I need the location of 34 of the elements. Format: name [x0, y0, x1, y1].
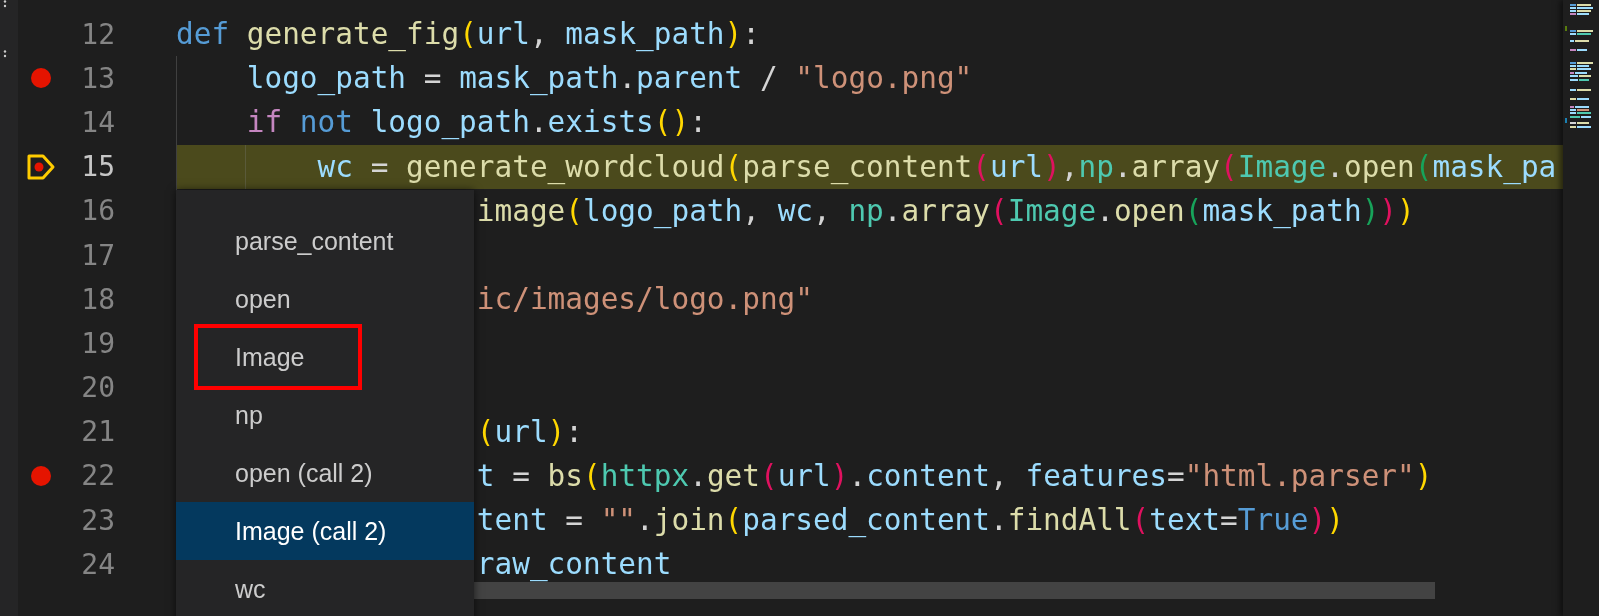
- line-number: 19: [80, 326, 115, 360]
- code-line: raw_content: [476, 547, 672, 582]
- line-number: 24: [80, 547, 115, 581]
- dots-icon: [2, 50, 8, 58]
- breakpoint-icon[interactable]: [30, 67, 52, 90]
- menu-item[interactable]: parse_content: [176, 212, 474, 270]
- code-line: if not logo_path.exists():: [246, 105, 707, 140]
- code-line: image(logo_path, wc, np.array(Image.open(mask_path))): [476, 193, 1415, 228]
- dots-icon: [2, 0, 8, 8]
- menu-item[interactable]: Image (call 2): [176, 502, 474, 560]
- line-number: 22: [80, 459, 115, 493]
- line-number: 20: [80, 371, 115, 405]
- menu-item[interactable]: wc: [176, 560, 474, 616]
- code-line: def generate_fig(url, mask_path):: [176, 17, 760, 52]
- line-number: 21: [80, 415, 115, 449]
- line-number: 23: [80, 503, 115, 537]
- line-number: 17: [80, 238, 115, 272]
- line-number: 14: [80, 105, 115, 139]
- code-line: tent = "".join(parsed_content.findAll(text=True)): [476, 503, 1344, 538]
- menu-item[interactable]: open: [176, 270, 474, 328]
- code-line: (url):: [476, 414, 583, 449]
- menu-item[interactable]: np: [176, 386, 474, 444]
- breakpoint-icon[interactable]: [30, 464, 52, 487]
- paused-breakpoint-icon[interactable]: [26, 152, 56, 181]
- code-line: ic/images/logo.png": [476, 282, 813, 317]
- code-line: wc = generate_wordcloud(parse_content(url),np.array(Image.open(mask_pa: [317, 149, 1557, 184]
- line-number: 16: [80, 194, 115, 228]
- line-number: 13: [80, 61, 115, 95]
- line-number: 18: [80, 282, 115, 316]
- code-line: t = bs(httpx.get(url).content, features="html.parser"): [476, 458, 1433, 493]
- line-number: 15: [80, 150, 115, 184]
- line-number: 12: [80, 17, 115, 51]
- code-line: logo_path = mask_path.parent / "logo.png": [246, 61, 973, 96]
- menu-item[interactable]: open (call 2): [176, 444, 474, 502]
